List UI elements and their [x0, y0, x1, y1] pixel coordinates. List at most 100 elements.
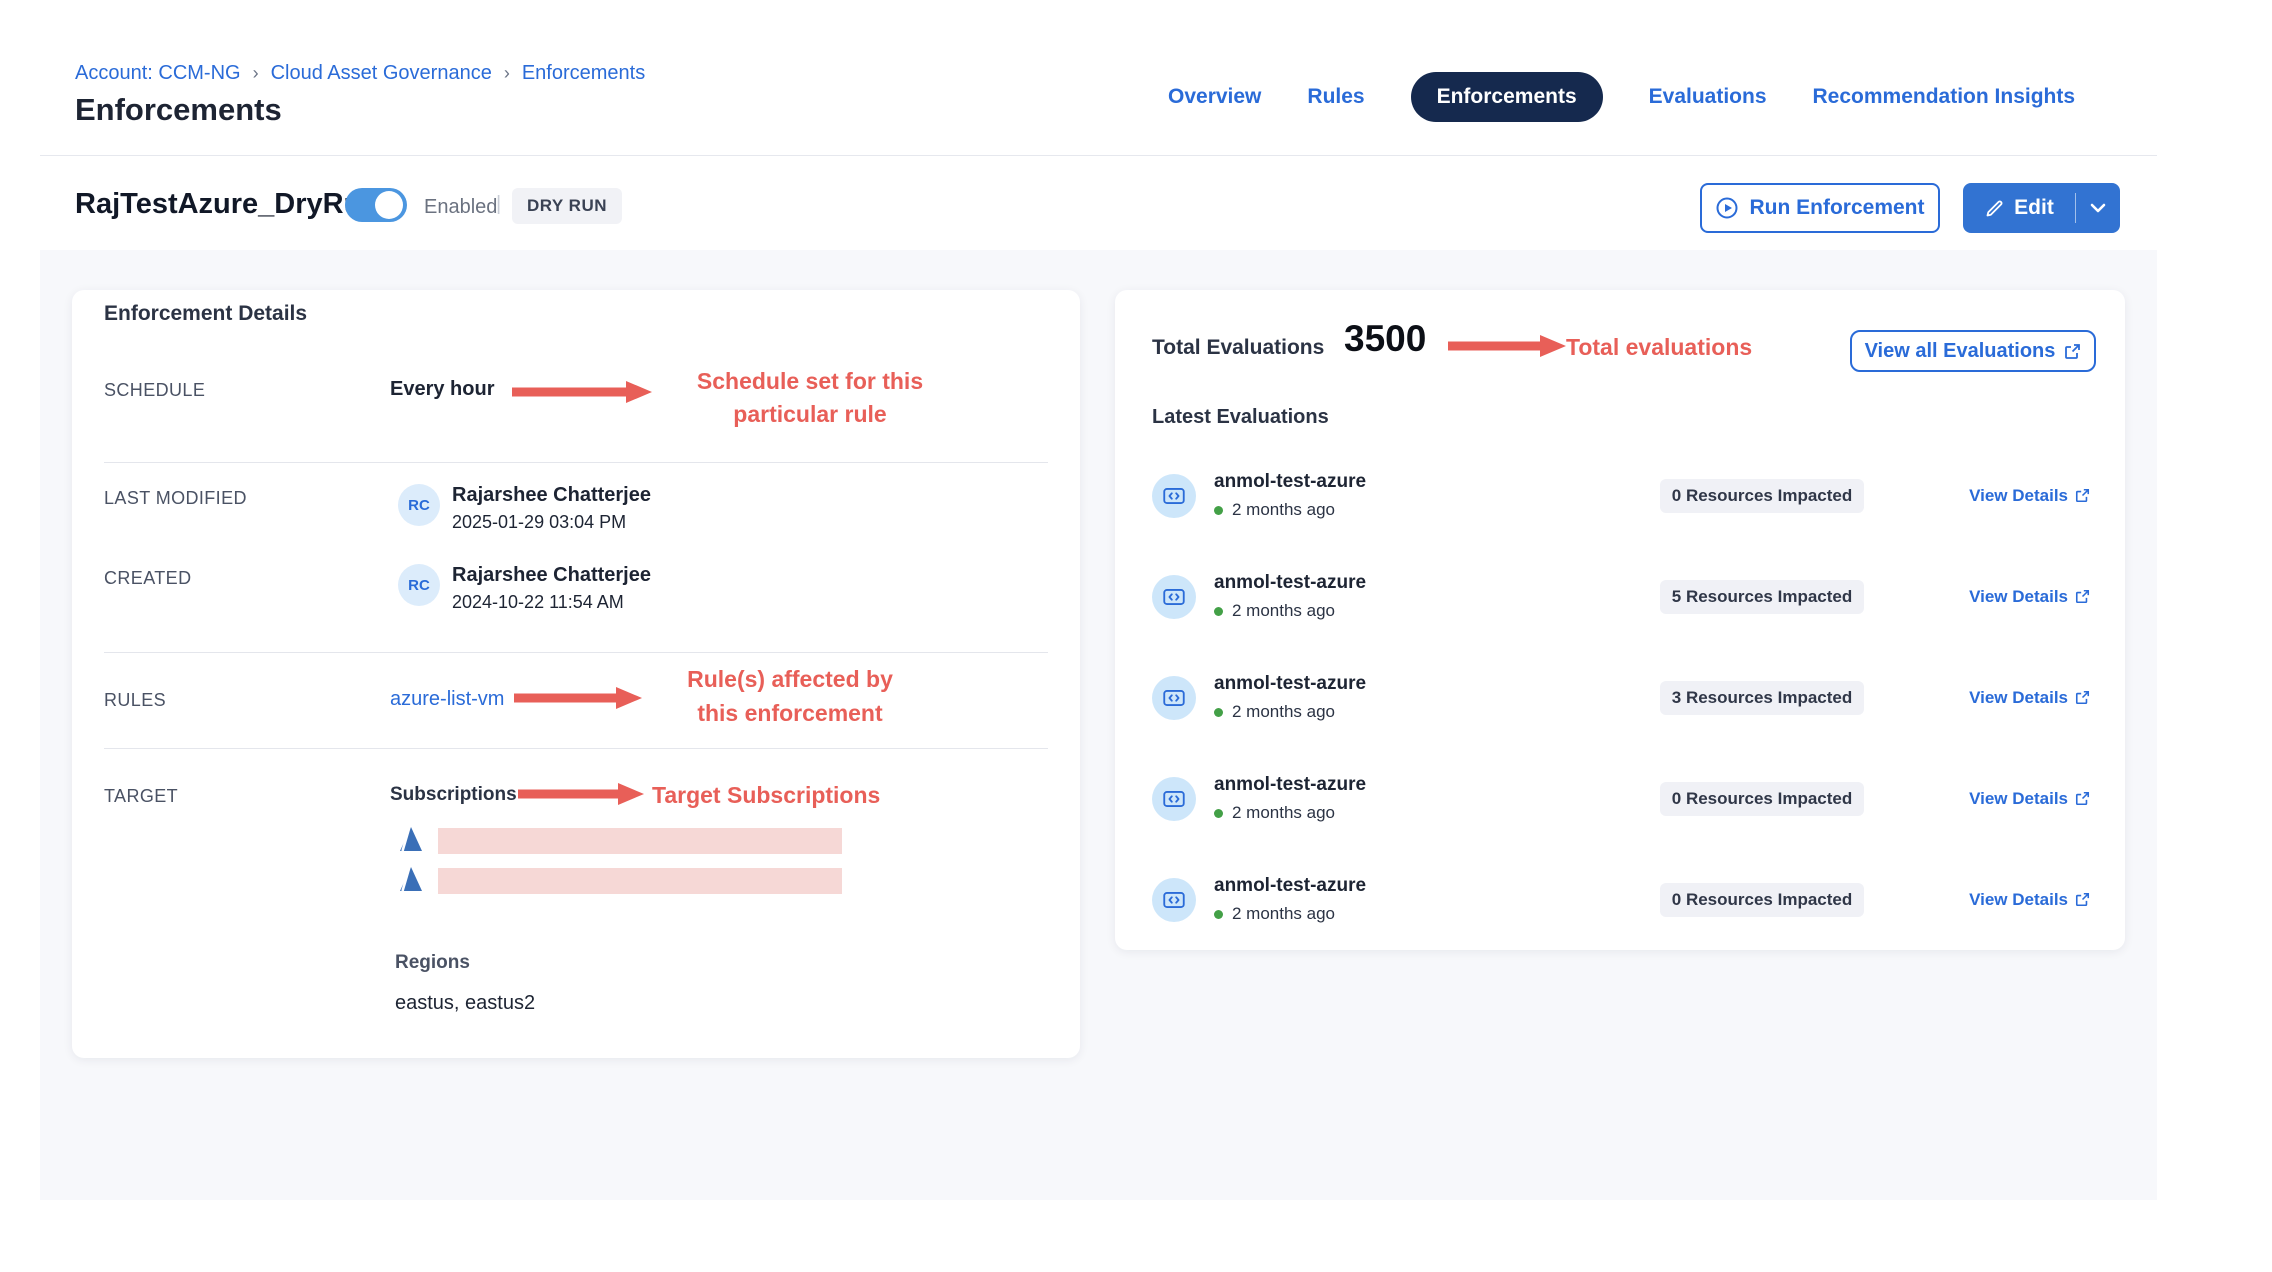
total-evaluations-value: 3500: [1344, 318, 1426, 360]
redacted-subscription-name: [438, 868, 842, 894]
red-arrow: [512, 380, 652, 409]
schedule-label: SCHEDULE: [104, 380, 205, 401]
label-divider: |: [496, 193, 501, 216]
evaluation-age: 2 months ago: [1232, 803, 1335, 823]
row-divider: [104, 748, 1048, 749]
edit-button-label: Edit: [2014, 196, 2054, 220]
avatar: RC: [398, 564, 440, 606]
external-link-icon: [2075, 791, 2090, 806]
schedule-value: Every hour: [390, 378, 494, 401]
breadcrumb-separator-icon: ›: [253, 63, 259, 84]
green-status-dot: [1214, 708, 1223, 717]
view-details-label: View Details: [1969, 486, 2068, 506]
external-link-icon: [2075, 488, 2090, 503]
view-all-evaluations-label: View all Evaluations: [1865, 340, 2056, 363]
script-code-icon: [1152, 474, 1196, 518]
evaluation-row: anmol-test-azure 2 months ago 3 Resource…: [1152, 647, 2090, 748]
evaluation-age: 2 months ago: [1232, 601, 1335, 621]
last-modified-timestamp: 2025-01-29 03:04 PM: [452, 512, 626, 533]
row-divider: [104, 652, 1048, 653]
evaluation-name: anmol-test-azure: [1214, 471, 1366, 493]
dry-run-badge: DRY RUN: [512, 188, 622, 224]
evaluation-row: anmol-test-azure 2 months ago 0 Resource…: [1152, 748, 2090, 849]
created-name: Rajarshee Chatterjee: [452, 564, 651, 587]
total-annotation: Total evaluations: [1566, 334, 1752, 361]
evaluation-name: anmol-test-azure: [1214, 673, 1366, 695]
evaluation-age: 2 months ago: [1232, 904, 1335, 924]
view-details-link[interactable]: View Details: [1969, 789, 2090, 809]
evaluation-row: anmol-test-azure 2 months ago 5 Resource…: [1152, 546, 2090, 647]
evaluation-row: anmol-test-azure 2 months ago 0 Resource…: [1152, 849, 2090, 950]
evaluation-age: 2 months ago: [1232, 500, 1335, 520]
resources-impacted-badge: 5 Resources Impacted: [1660, 580, 1864, 614]
breadcrumb-account[interactable]: Account: CCM-NG: [75, 62, 241, 85]
tab-bar: Overview Rules Enforcements Evaluations …: [1168, 72, 2075, 122]
toggle-knob: [375, 191, 403, 219]
resources-impacted-badge: 0 Resources Impacted: [1660, 883, 1864, 917]
view-details-label: View Details: [1969, 890, 2068, 910]
pencil-icon: [1984, 198, 2005, 219]
evaluation-name: anmol-test-azure: [1214, 774, 1366, 796]
view-details-label: View Details: [1969, 587, 2068, 607]
schedule-annotation-line2: particular rule: [660, 401, 960, 428]
green-status-dot: [1214, 809, 1223, 818]
azure-icon: [396, 824, 426, 859]
page-title: Enforcements: [75, 92, 282, 128]
evaluation-name: anmol-test-azure: [1214, 572, 1366, 594]
created-label: CREATED: [104, 568, 191, 589]
schedule-annotation-line1: Schedule set for this: [660, 368, 960, 395]
total-evaluations-label: Total Evaluations: [1152, 336, 1324, 360]
view-details-link[interactable]: View Details: [1969, 587, 2090, 607]
target-label: TARGET: [104, 786, 178, 807]
external-link-icon: [2075, 589, 2090, 604]
tab-overview[interactable]: Overview: [1168, 85, 1261, 109]
created-timestamp: 2024-10-22 11:54 AM: [452, 592, 624, 613]
view-details-link[interactable]: View Details: [1969, 890, 2090, 910]
red-arrow: [514, 686, 642, 715]
azure-icon: [396, 864, 426, 899]
rule-link[interactable]: azure-list-vm: [390, 688, 504, 711]
external-link-icon: [2064, 343, 2081, 360]
run-enforcement-label: Run Enforcement: [1749, 196, 1924, 220]
external-link-icon: [2075, 690, 2090, 705]
red-arrow: [518, 782, 644, 811]
evaluation-row: anmol-test-azure 2 months ago 0 Resource…: [1152, 445, 2090, 546]
rules-label: RULES: [104, 690, 166, 711]
script-code-icon: [1152, 878, 1196, 922]
tab-recommendation-insights[interactable]: Recommendation Insights: [1813, 85, 2076, 109]
last-modified-label: LAST MODIFIED: [104, 488, 247, 509]
latest-evaluations-label: Latest Evaluations: [1152, 406, 1329, 429]
details-card-title: Enforcement Details: [104, 302, 307, 326]
evaluation-name: anmol-test-azure: [1214, 875, 1366, 897]
breadcrumb-enforcements[interactable]: Enforcements: [522, 62, 645, 85]
green-status-dot: [1214, 506, 1223, 515]
regions-value: eastus, eastus2: [395, 992, 535, 1015]
view-all-evaluations-button[interactable]: View all Evaluations: [1850, 330, 2096, 372]
view-details-link[interactable]: View Details: [1969, 486, 2090, 506]
tab-rules[interactable]: Rules: [1307, 85, 1364, 109]
view-details-link[interactable]: View Details: [1969, 688, 2090, 708]
breadcrumb-cloud-asset-governance[interactable]: Cloud Asset Governance: [271, 62, 492, 85]
header-divider: [40, 155, 2157, 156]
tab-evaluations[interactable]: Evaluations: [1649, 85, 1767, 109]
enabled-toggle[interactable]: [345, 188, 407, 222]
chevron-down-icon[interactable]: [2076, 202, 2120, 214]
avatar: RC: [398, 484, 440, 526]
rules-annotation-line1: Rule(s) affected by: [640, 666, 940, 693]
breadcrumb: Account: CCM-NG › Cloud Asset Governance…: [75, 62, 645, 85]
run-enforcement-button[interactable]: Run Enforcement: [1700, 183, 1940, 233]
regions-label: Regions: [395, 952, 470, 974]
target-annotation: Target Subscriptions: [652, 782, 880, 809]
resources-impacted-badge: 0 Resources Impacted: [1660, 782, 1864, 816]
enforcement-name: RajTestAzure_DryRun: [75, 188, 379, 221]
edit-button-main[interactable]: Edit: [1963, 196, 2075, 220]
enabled-label: Enabled: [424, 196, 497, 219]
evaluation-age: 2 months ago: [1232, 702, 1335, 722]
play-circle-icon: [1715, 196, 1739, 220]
red-arrow: [1448, 334, 1566, 363]
view-details-label: View Details: [1969, 789, 2068, 809]
tab-enforcements[interactable]: Enforcements: [1411, 72, 1603, 122]
edit-button[interactable]: Edit: [1963, 183, 2120, 233]
green-status-dot: [1214, 607, 1223, 616]
script-code-icon: [1152, 676, 1196, 720]
